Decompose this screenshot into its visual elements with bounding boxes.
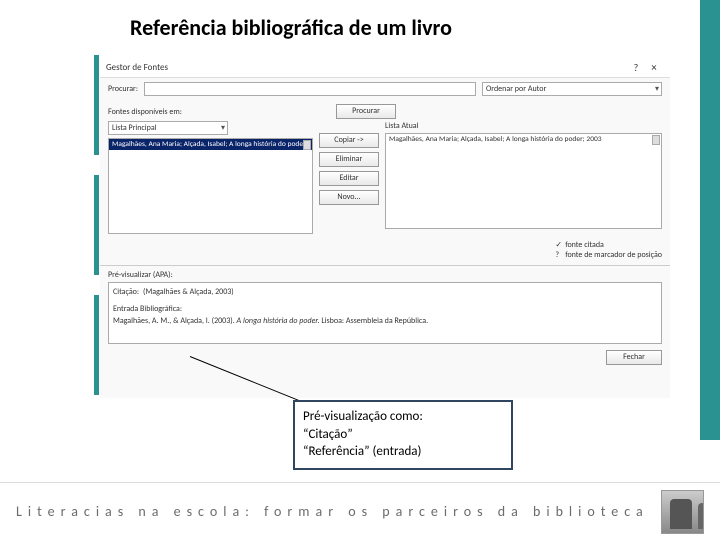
list-item[interactable]: Magalhães, Ana Maria; Alçada, Isabel; A … <box>109 139 312 150</box>
dialog-footer: Fechar <box>100 346 670 369</box>
legend-placeholder: fonte de marcador de posição <box>565 250 662 260</box>
current-list[interactable]: Magalhães, Ana Maria; Alçada, Isabel; A … <box>385 133 662 229</box>
delete-button[interactable]: Eliminar <box>319 152 379 167</box>
citation-value: (Magalhães & Alçada, 2003) <box>143 287 234 298</box>
callout-line2: “Citação” <box>303 426 503 444</box>
scrollbar-thumb[interactable] <box>652 135 660 145</box>
list-item[interactable]: Magalhães, Ana Maria; Alçada, Isabel; A … <box>386 134 661 145</box>
callout-line3: “Referência” (entrada) <box>303 443 503 461</box>
source-manager-dialog: Gestor de Fontes ? × Procurar: Ordenar p… <box>100 58 670 398</box>
sort-select[interactable]: Ordenar por Autor <box>482 82 662 96</box>
copy-button[interactable]: Copiar -> <box>319 133 379 148</box>
question-icon: ? <box>555 250 563 260</box>
browse-button[interactable]: Procurar <box>336 104 396 119</box>
master-list[interactable]: Magalhães, Ana Maria; Alçada, Isabel; A … <box>108 138 313 234</box>
search-row: Procurar: Ordenar por Autor <box>100 78 670 100</box>
legend-cited: fonte citada <box>565 240 604 250</box>
legend-row: ✓ fonte citada ? fonte de marcador de po… <box>100 238 670 265</box>
available-sources-label: Fontes disponíveis em: <box>108 107 182 117</box>
check-icon: ✓ <box>555 240 563 250</box>
citation-label: Citação: <box>113 287 139 298</box>
current-list-column: Lista Atual Magalhães, Ana Maria; Alçada… <box>385 121 662 234</box>
preview-box: Citação: (Magalhães & Alçada, 2003) Entr… <box>108 282 662 344</box>
slide-footer: Literacias na escola: formar os parceiro… <box>0 482 720 540</box>
master-source-select[interactable]: Lista Principal <box>108 121 228 135</box>
callout-line1: Pré-visualização como: <box>303 408 503 426</box>
dialog-title: Gestor de Fontes <box>106 62 628 73</box>
sources-header-row: Fontes disponíveis em: Procurar <box>100 100 670 119</box>
help-button[interactable]: ? <box>628 61 644 74</box>
legend-block: ✓ fonte citada ? fonte de marcador de po… <box>555 240 662 261</box>
accent-bar-segment <box>94 55 99 155</box>
accent-bar-right <box>700 0 720 440</box>
close-icon[interactable]: × <box>644 61 664 74</box>
new-button[interactable]: Novo... <box>319 190 379 205</box>
scrollbar-thumb[interactable] <box>303 140 311 150</box>
preview-section: Pré-visualizar (APA): Citação: (Magalhãe… <box>100 265 670 346</box>
sort-select-value: Ordenar por Autor <box>486 84 546 94</box>
search-label: Procurar: <box>108 84 138 94</box>
current-list-label: Lista Atual <box>385 121 662 131</box>
entry-publisher: Lisboa: Assembleia da República. <box>320 316 429 326</box>
footer-image <box>661 490 704 534</box>
action-buttons-column: Copiar -> Eliminar Editar Novo... <box>319 121 379 234</box>
accent-bar-segment <box>94 295 99 395</box>
callout-box: Pré-visualização como: “Citação” “Referê… <box>293 400 513 470</box>
close-button[interactable]: Fechar <box>606 350 662 365</box>
preview-label: Pré-visualizar (APA): <box>108 270 662 280</box>
master-list-column: Lista Principal Magalhães, Ana Maria; Al… <box>108 121 313 234</box>
entry-label: Entrada Bibliográfica: <box>113 304 657 315</box>
entry-authors: Magalhães, A. M., & Alçada, I. (2003). <box>113 316 237 326</box>
search-input[interactable] <box>144 82 476 96</box>
master-source-value: Lista Principal <box>112 123 157 133</box>
entry-value: Magalhães, A. M., & Alçada, I. (2003). A… <box>113 316 657 327</box>
entry-title: A longa história do poder. <box>237 316 320 326</box>
dialog-titlebar: Gestor de Fontes ? × <box>100 58 670 78</box>
edit-button[interactable]: Editar <box>319 171 379 186</box>
lists-row: Lista Principal Magalhães, Ana Maria; Al… <box>100 119 670 238</box>
footer-text: Literacias na escola: formar os parceiro… <box>16 503 649 520</box>
accent-bar-segment <box>94 175 99 275</box>
page-title: Referência bibliográfica de um livro <box>130 14 452 41</box>
